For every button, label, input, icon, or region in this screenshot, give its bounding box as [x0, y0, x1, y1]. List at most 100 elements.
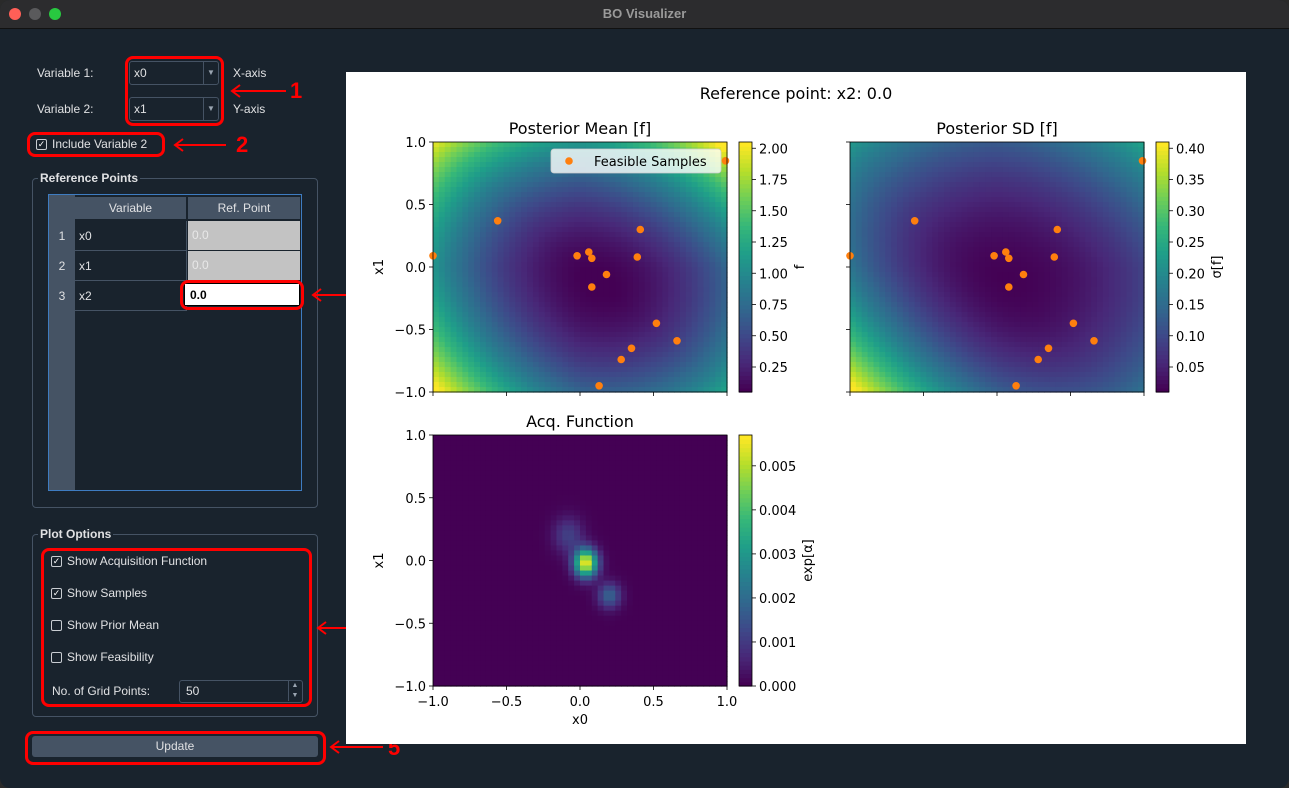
heatmap-cell [879, 307, 886, 313]
heatmap-cell [1008, 142, 1016, 148]
heatmap-cell [979, 282, 986, 288]
heatmap-cell [532, 217, 540, 223]
heatmap-cell [861, 382, 869, 388]
heatmap-cell [509, 152, 516, 158]
heatmap-cell [867, 232, 875, 238]
heatmap-cell [885, 157, 892, 163]
heatmap-cell [638, 197, 646, 203]
heatmap-cell [615, 377, 622, 383]
heatmap-cell [1014, 332, 1022, 338]
heatmap-cell [908, 382, 916, 388]
heatmap-cell [1114, 327, 1122, 333]
heatmap-cell [709, 277, 716, 283]
heatmap-cell [679, 277, 687, 283]
heatmap-cell [532, 242, 540, 248]
heatmap-cell [1038, 347, 1045, 353]
heatmap-cell [955, 307, 963, 313]
heatmap-cell [985, 192, 992, 198]
heatmap-cell [873, 317, 880, 323]
heatmap-cell [926, 272, 933, 278]
heatmap-cell [1044, 322, 1051, 328]
heatmap-cell [497, 162, 505, 168]
heatmap-cell [468, 257, 475, 263]
heatmap-cell [450, 207, 458, 213]
heatmap-cell [967, 347, 975, 353]
heatmap-cell [873, 237, 880, 243]
heatmap-cell [656, 347, 663, 353]
heatmap-cell [609, 222, 616, 228]
heatmap-cell [509, 362, 516, 368]
heatmap-cell [609, 277, 616, 283]
heatmap-cell [967, 382, 975, 388]
heatmap-cell [709, 197, 716, 203]
heatmap-cell [521, 352, 528, 358]
heatmap-cell [450, 272, 458, 278]
heatmap-cell [1020, 192, 1027, 198]
heatmap-cell [491, 202, 499, 208]
heatmap-cell [474, 192, 481, 198]
heatmap-cell [444, 367, 452, 373]
heatmap-cell [497, 252, 505, 258]
heatmap-cell [462, 332, 469, 338]
heatmap-cell [697, 272, 705, 278]
heatmap-cell [715, 252, 722, 258]
heatmap-cell [456, 147, 463, 153]
heatmap-cell [1055, 172, 1063, 178]
heatmap-cell [450, 357, 458, 363]
heatmap-cell [621, 277, 628, 283]
heatmap-cell [597, 302, 605, 308]
heatmap-cell [456, 212, 463, 218]
heatmap-cell [527, 242, 534, 248]
heatmap-cell [861, 322, 869, 328]
heatmap-cell [679, 372, 687, 378]
heatmap-cell [621, 307, 628, 313]
heatmap-cell [1055, 287, 1063, 293]
heatmap-cell [544, 232, 552, 238]
heatmap-cell [932, 257, 939, 263]
heatmap-cell [902, 252, 910, 258]
heatmap-cell [850, 172, 857, 178]
heatmap-cell [897, 337, 904, 343]
heatmap-cell [955, 147, 963, 153]
heatmap-cell [503, 207, 511, 213]
heatmap-cell [433, 372, 440, 378]
heatmap-cell [1096, 297, 1104, 303]
heatmap-cell [1091, 232, 1098, 238]
heatmap-cell [1026, 272, 1033, 278]
heatmap-cell [656, 297, 663, 303]
heatmap-cell [949, 382, 957, 388]
heatmap-cell [662, 252, 669, 258]
heatmap-cell [979, 287, 986, 293]
heatmap-cell [515, 167, 522, 173]
heatmap-cell [585, 202, 593, 208]
heatmap-cell [497, 352, 505, 358]
heatmap-cell [1102, 202, 1110, 208]
heatmap-cell [580, 347, 587, 353]
heatmap-cell [580, 297, 587, 303]
heatmap-cell [480, 322, 487, 328]
heatmap-cell [433, 322, 440, 328]
heatmap-cell [532, 292, 540, 298]
heatmap-cell [491, 287, 499, 293]
heatmap-cell [955, 162, 963, 168]
heatmap-cell [691, 307, 699, 313]
heatmap-cell [468, 152, 475, 158]
heatmap-cell [450, 212, 458, 218]
heatmap-cell [1038, 162, 1045, 168]
heatmap-cell [920, 287, 928, 293]
heatmap-cell [1020, 147, 1027, 153]
heatmap-cell [709, 142, 716, 148]
heatmap-cell [1096, 317, 1104, 323]
heatmap-cell [491, 157, 499, 163]
heatmap-cell [715, 142, 722, 148]
heatmap-cell [615, 322, 622, 328]
heatmap-cell [474, 312, 481, 318]
heatmap-cell [908, 287, 916, 293]
heatmap-cell [521, 142, 528, 148]
heatmap-cell [474, 317, 481, 323]
heatmap-cell [532, 192, 540, 198]
heatmap-cell [1067, 242, 1075, 248]
heatmap-cell [949, 337, 957, 343]
colorbar-segment [739, 171, 752, 176]
heatmap-cell [580, 207, 587, 213]
